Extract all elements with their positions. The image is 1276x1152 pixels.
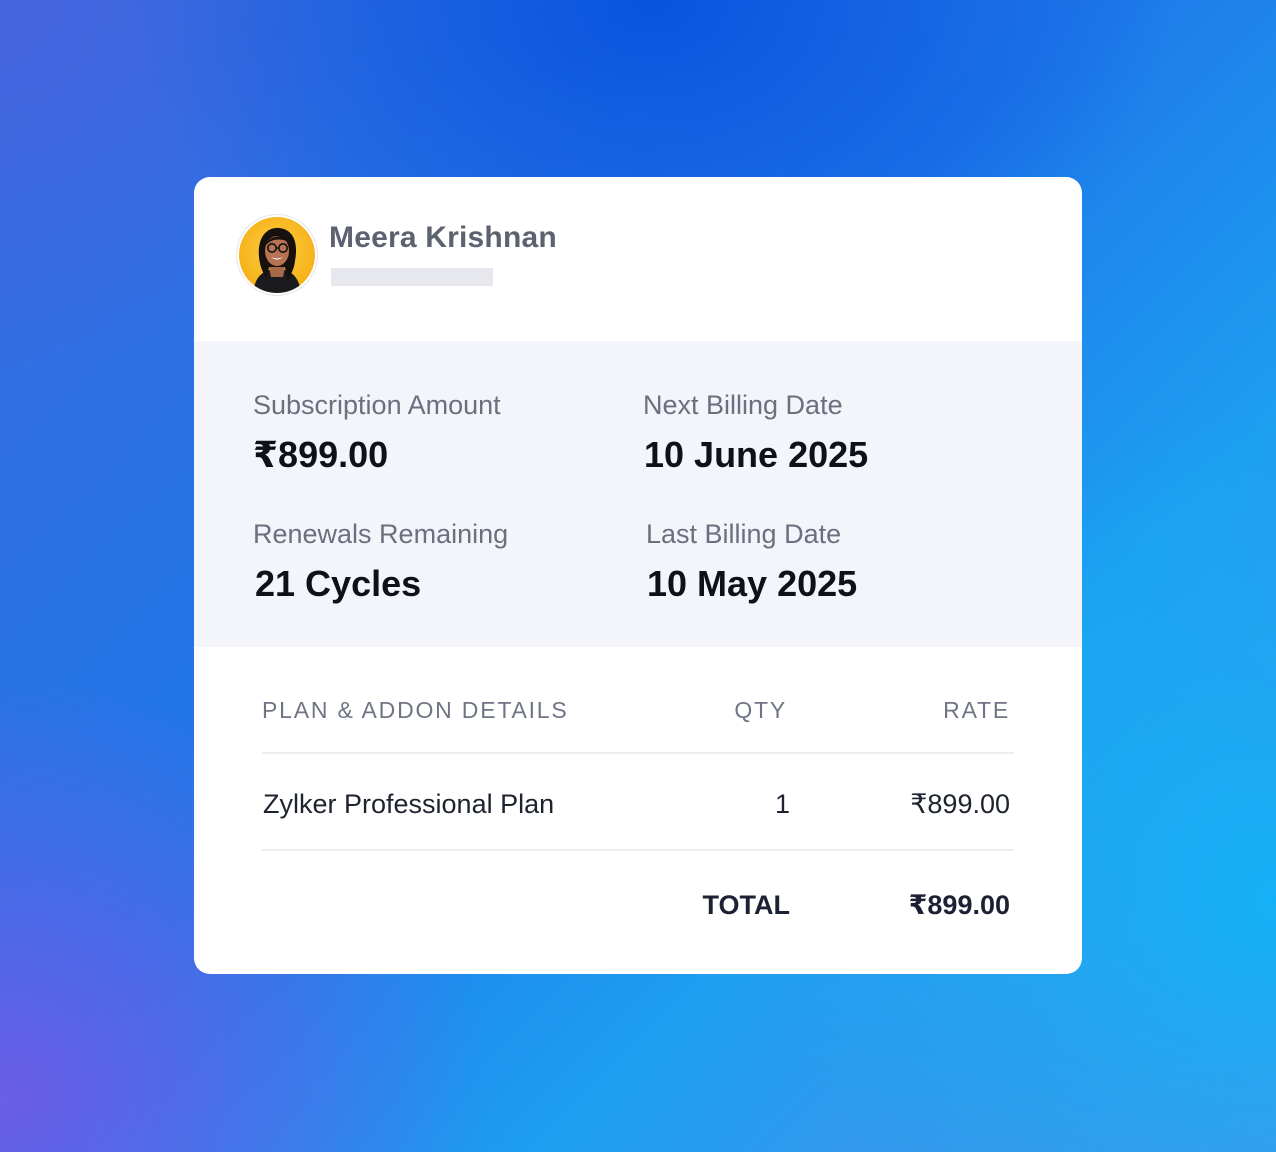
last-billing-date-value: 10 May 2025 <box>647 563 858 604</box>
last-billing-date-label: Last Billing Date <box>646 519 842 549</box>
plan-name-cell: Zylker Professional Plan <box>263 789 555 819</box>
total-label: TOTAL <box>702 890 791 920</box>
customer-header: Meera Krishnan <box>194 177 1082 341</box>
subscription-summary: Subscription Amount ₹899.00 Next Billing… <box>194 341 1082 647</box>
plan-details-table: PLAN & ADDON DETAILS QTY RATE Zylker Pro… <box>194 647 1082 974</box>
next-billing-date-value: 10 June 2025 <box>644 434 869 475</box>
customer-name: Meera Krishnan <box>329 221 557 254</box>
subscription-amount-value: ₹899.00 <box>253 434 389 475</box>
renewals-remaining-value: 21 Cycles <box>255 563 422 604</box>
column-header-details: PLAN & ADDON DETAILS <box>262 697 569 723</box>
subscription-card: Meera Krishnan Subscription Amount ₹899.… <box>194 177 1082 974</box>
renewals-remaining-label: Renewals Remaining <box>253 519 509 549</box>
plan-rate-cell: ₹899.00 <box>910 789 1010 819</box>
customer-avatar <box>239 217 315 293</box>
avatar-portrait-icon <box>253 227 301 293</box>
plan-qty-cell: 1 <box>774 789 790 819</box>
column-header-qty: QTY <box>734 697 787 723</box>
column-header-rate: RATE <box>943 697 1010 723</box>
total-value: ₹899.00 <box>908 890 1010 920</box>
row-divider <box>262 849 1014 851</box>
subscription-amount-label: Subscription Amount <box>253 390 501 420</box>
customer-detail-placeholder <box>331 268 493 286</box>
header-divider <box>262 752 1014 754</box>
next-billing-date-label: Next Billing Date <box>643 390 843 420</box>
